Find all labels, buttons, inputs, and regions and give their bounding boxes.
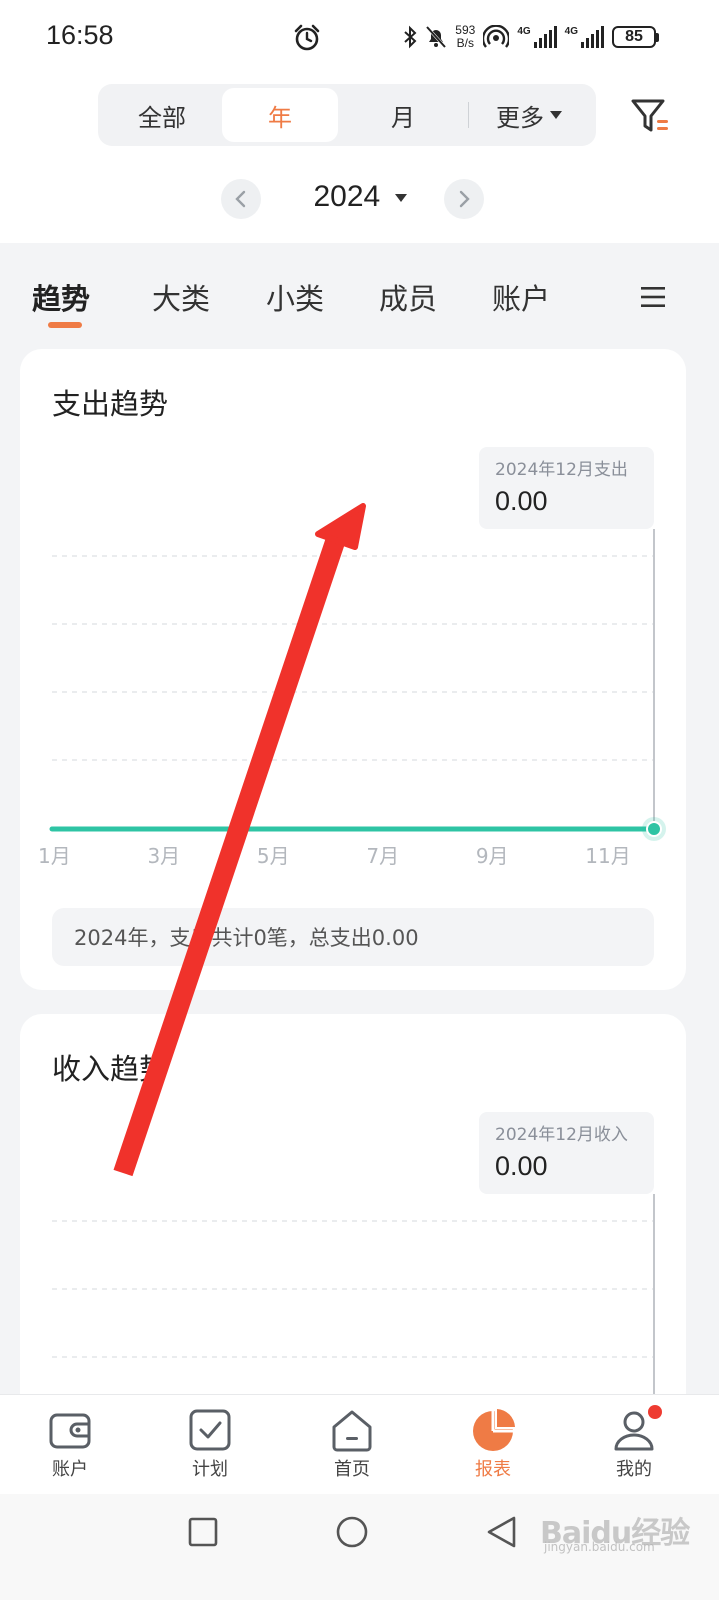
signal-icon-2: 4G — [565, 26, 604, 48]
expense-chart[interactable]: 1月 3月 5月 7月 9月 11月 — [20, 349, 686, 909]
report-tabs: 趋势 大类 小类 成员 账户 — [0, 262, 719, 334]
bottom-nav: 账户 计划 首页 报表 我的 — [0, 1394, 719, 1494]
tab-category[interactable]: 大类 — [152, 276, 210, 318]
mute-bell-icon — [426, 25, 447, 49]
chevron-left-icon — [235, 190, 246, 208]
filter-icon[interactable] — [630, 96, 670, 136]
expense-tooltip: 2024年12月支出 0.00 — [479, 447, 654, 529]
battery-level: 85 — [612, 26, 656, 48]
watermark-subtext: jingyan.baidu.com — [544, 1540, 655, 1554]
back-triangle-icon[interactable] — [484, 1514, 520, 1550]
caret-down-icon — [394, 194, 407, 203]
tab-subcategory[interactable]: 小类 — [266, 276, 324, 318]
period-option-more[interactable]: 更多 — [469, 88, 589, 142]
expense-trend-card: 支出趋势 1月 3月 5月 7月 9月 11月 2024年12月支出 0.00 2024年… — [20, 349, 686, 990]
top-area: 16:58 593 B/s 4G 4G 85 全部 年 月 更多 2024 — [0, 0, 719, 243]
home-icon — [332, 1410, 372, 1452]
chevron-right-icon — [459, 190, 470, 208]
menu-icon[interactable] — [640, 284, 666, 310]
battery-icon: 85 — [612, 26, 659, 48]
alarm-icon — [294, 24, 320, 51]
signal-icon: 4G — [517, 26, 557, 48]
period-option-month[interactable]: 月 — [338, 88, 468, 142]
highlight-point[interactable] — [646, 821, 662, 837]
nav-mine[interactable]: 我的 — [584, 1405, 684, 1481]
nav-account[interactable]: 账户 — [20, 1407, 120, 1481]
tab-trend[interactable]: 趋势 — [32, 276, 90, 318]
tab-scroll-fade — [596, 262, 636, 334]
income-tooltip-label: 2024年12月收入 — [495, 1125, 628, 1145]
period-selector: 全部 年 月 更多 — [98, 84, 596, 146]
tab-active-indicator — [48, 322, 82, 328]
x-tick-label: 1月 — [38, 844, 71, 868]
x-tick-label: 5月 — [257, 844, 290, 868]
nav-plan[interactable]: 计划 — [160, 1407, 260, 1481]
notification-badge — [648, 1405, 662, 1419]
period-option-year[interactable]: 年 — [222, 88, 338, 142]
income-tooltip: 2024年12月收入 0.00 — [479, 1112, 654, 1194]
checkbox-icon — [189, 1409, 231, 1451]
home-circle-icon[interactable] — [334, 1514, 370, 1550]
status-icons: 593 B/s 4G 4G 85 — [403, 20, 659, 54]
year-navigator: 2024 — [0, 176, 719, 222]
x-tick-label: 3月 — [147, 844, 180, 868]
income-tooltip-value: 0.00 — [495, 1151, 548, 1181]
income-chart[interactable] — [20, 1014, 686, 1434]
wallet-icon — [49, 1413, 91, 1449]
pie-chart-icon — [473, 1409, 515, 1451]
next-year-button[interactable] — [444, 179, 484, 219]
x-tick-label: 7月 — [366, 844, 399, 868]
hotspot-icon — [483, 25, 510, 48]
recent-apps-icon[interactable] — [185, 1514, 221, 1550]
bluetooth-icon — [404, 25, 417, 49]
previous-year-button[interactable] — [221, 179, 261, 219]
x-tick-label: 11月 — [585, 844, 630, 868]
income-trend-card: 收入趋势 2024年12月收入 0.00 — [20, 1014, 686, 1434]
expense-tooltip-label: 2024年12月支出 — [495, 460, 628, 480]
status-time: 16:58 — [46, 20, 114, 50]
tab-account[interactable]: 账户 — [492, 276, 550, 318]
net-speed: 593 B/s — [455, 23, 476, 50]
x-tick-label: 9月 — [476, 844, 509, 868]
nav-report[interactable]: 报表 — [443, 1407, 543, 1481]
year-label[interactable]: 2024 — [300, 180, 420, 214]
status-bar: 16:58 593 B/s 4G 4G 85 — [0, 0, 719, 76]
expense-tooltip-value: 0.00 — [495, 486, 548, 516]
baidu-watermark: Baidu经验 jingyan.baidu.com — [540, 1500, 710, 1560]
period-option-all[interactable]: 全部 — [102, 88, 222, 142]
nav-home[interactable]: 首页 — [302, 1407, 402, 1481]
caret-down-icon — [550, 111, 562, 119]
tab-member[interactable]: 成员 — [379, 276, 437, 318]
expense-summary: 2024年，支出共计0笔，总支出0.00 — [52, 908, 654, 966]
